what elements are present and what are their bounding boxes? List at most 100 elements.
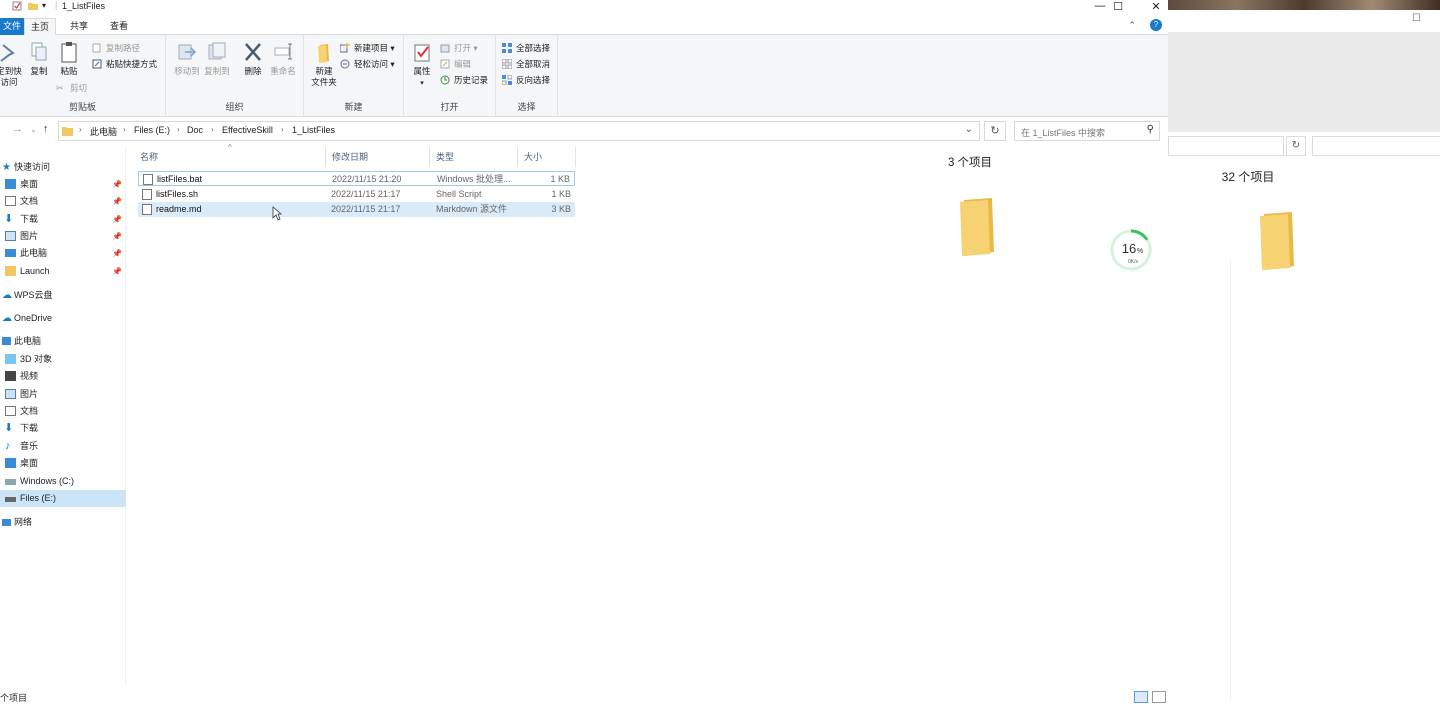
column-name[interactable]: 名称 [134, 147, 326, 167]
bg-search-box[interactable] [1312, 136, 1440, 156]
copy-label: 复制 [30, 66, 48, 76]
large-icons-view-icon[interactable] [1152, 691, 1166, 703]
easy-access-button[interactable]: 轻松访问 ▾ [340, 57, 395, 71]
help-icon[interactable]: ? [1150, 19, 1162, 31]
nav-3d-objects[interactable]: 3D 对象 [0, 351, 126, 368]
details-view-icon[interactable] [1134, 691, 1148, 703]
new-item-button[interactable]: 新建项目 ▾ [340, 41, 395, 55]
copy-to-button[interactable]: 复制到 [200, 41, 234, 77]
nav-music[interactable]: ♪ 音乐 [0, 438, 126, 455]
rename-icon [274, 43, 292, 60]
tab-home[interactable]: 主页 [24, 18, 57, 35]
column-type[interactable]: 类型 [430, 147, 518, 167]
nav-downloads[interactable]: ⬇ 下载 📌 [0, 211, 126, 228]
cut-button[interactable]: ✂ 剪切 [56, 81, 87, 95]
column-date[interactable]: 修改日期 [326, 147, 430, 167]
nav-files-e[interactable]: Files (E:) [0, 490, 126, 507]
pin-icon[interactable]: 📌 [112, 193, 122, 210]
copy-button[interactable]: 复制 [26, 41, 52, 77]
bg-refresh-icon[interactable]: ↻ [1286, 136, 1306, 156]
history-button[interactable]: 历史记录 [440, 73, 488, 87]
pin-quick-access-button[interactable]: 定到快 访问 [0, 41, 24, 88]
quick-access-dropdown-icon[interactable]: ▾ [42, 1, 46, 10]
breadcrumb-1-listfiles[interactable]: 1_ListFiles [292, 125, 335, 135]
column-size[interactable]: 大小 [518, 147, 576, 167]
edit-button[interactable]: 编辑 [440, 57, 471, 71]
nav-launch[interactable]: Launch 📌 [0, 263, 126, 280]
select-all-button[interactable]: 全部选择 [502, 41, 550, 55]
select-none-button[interactable]: 全部取消 [502, 57, 550, 71]
nav-label: 此电脑 [14, 336, 42, 346]
pin-icon[interactable]: 📌 [112, 211, 122, 228]
invert-selection-icon [502, 75, 512, 85]
new-group: 新建 文件夹 新建项目 ▾ 轻松访问 ▾ 新建 [304, 35, 404, 117]
maximize-button[interactable]: ☐ [1098, 0, 1138, 13]
nav-label: 网络 [14, 517, 33, 527]
nav-pc-documents[interactable]: 文档 [0, 403, 126, 420]
network-speed-gauge[interactable]: 16 % 0K/s [1108, 227, 1154, 273]
new-folder-quick-icon[interactable] [28, 1, 38, 11]
breadcrumb-files-e[interactable]: Files (E:) [134, 125, 170, 135]
bg-maximize-icon[interactable]: ☐ [1412, 13, 1421, 24]
delete-button[interactable]: 删除 [236, 41, 270, 77]
rename-button[interactable]: 重命名 [266, 41, 300, 77]
file-name: listFiles.sh [156, 189, 199, 199]
nav-wps-cloud[interactable]: ☁ WPS云盘 [0, 287, 126, 304]
new-folder-button[interactable]: 新建 文件夹 [306, 41, 342, 88]
nav-network[interactable]: 网络 [0, 514, 126, 531]
nav-this-pc[interactable]: 此电脑 [0, 333, 126, 350]
navigation-pane: ★ 快速访问 桌面 📌 文档 📌 ⬇ 下载 📌 图片 📌 此电脑 📌 Launch 📌 ☁ … [0, 146, 126, 686]
copy-path-button[interactable]: 复制路径 [92, 41, 140, 55]
nav-onedrive[interactable]: ☁ OneDrive [0, 310, 126, 327]
nav-pc-desktop[interactable]: 桌面 [0, 455, 126, 472]
refresh-icon[interactable]: ↻ [984, 121, 1006, 141]
search-input[interactable]: 在 1_ListFiles 中搜索 ⚲ [1014, 121, 1160, 141]
nav-pc-pictures[interactable]: 图片 [0, 386, 126, 403]
tab-file[interactable]: 文件 [0, 18, 25, 35]
recent-dropdown-icon[interactable]: ⌄ [30, 125, 37, 134]
file-row[interactable]: readme.md 2022/11/15 21:17 Markdown 源文件 … [138, 202, 575, 217]
invert-selection-button[interactable]: 反向选择 [502, 73, 550, 87]
nav-this-pc-pinned[interactable]: 此电脑 📌 [0, 245, 126, 262]
up-arrow-icon[interactable]: ↑ [43, 123, 49, 135]
nav-quick-access[interactable]: ★ 快速访问 [0, 159, 126, 176]
nav-pc-downloads[interactable]: ⬇ 下载 [0, 420, 126, 437]
copy-path-icon [92, 43, 101, 53]
search-placeholder: 在 1_ListFiles 中搜索 [1021, 128, 1106, 138]
tab-view[interactable]: 查看 [104, 18, 134, 35]
breadcrumb-effectiveskill[interactable]: EffectiveSkill [222, 125, 273, 135]
properties-icon [414, 44, 430, 62]
file-row[interactable]: listFiles.bat 2022/11/15 21:20 Windows 批… [138, 171, 575, 186]
nav-windows-c[interactable]: Windows (C:) [0, 473, 126, 490]
pin-icon[interactable]: 📌 [112, 263, 122, 280]
pin-icon[interactable]: 📌 [112, 245, 122, 262]
background-window-titlebar: ☐ [1168, 10, 1440, 32]
file-type: Markdown 源文件 [436, 204, 508, 214]
nav-desktop[interactable]: 桌面 📌 [0, 176, 126, 193]
collapse-ribbon-icon[interactable]: ⌃ [1128, 20, 1136, 31]
paste-button[interactable]: 粘贴 [54, 41, 84, 77]
address-bar[interactable]: › 此电脑 › Files (E:) › Doc › EffectiveSkil… [58, 121, 980, 141]
file-row[interactable]: listFiles.sh 2022/11/15 21:17 Shell Scri… [138, 187, 575, 202]
paste-shortcut-button[interactable]: 粘贴快捷方式 [92, 57, 157, 71]
nav-pictures[interactable]: 图片 📌 [0, 228, 126, 245]
open-button[interactable]: 打开 ▾ [440, 41, 478, 55]
breadcrumb-this-pc[interactable]: 此电脑 [90, 125, 117, 138]
move-to-button[interactable]: 移动到 [170, 41, 204, 77]
breadcrumb-doc[interactable]: Doc [187, 125, 203, 135]
select-group-label: 选择 [517, 102, 536, 112]
nav-label: Windows (C:) [20, 476, 75, 486]
properties-quick-icon[interactable] [12, 1, 22, 11]
pin-icon[interactable]: 📌 [112, 228, 122, 245]
properties-button[interactable]: 属性 ▾ [406, 41, 438, 89]
close-button[interactable]: ✕ [1136, 0, 1176, 13]
address-dropdown-icon[interactable]: ⌄ [965, 124, 973, 135]
back-arrow-icon[interactable]: → [12, 123, 23, 135]
nav-videos[interactable]: 视频 [0, 368, 126, 385]
pin-icon[interactable]: 📌 [112, 176, 122, 193]
nav-documents[interactable]: 文档 📌 [0, 193, 126, 210]
tab-share[interactable]: 共享 [64, 18, 94, 35]
bg-divider [1230, 260, 1231, 700]
desktop-icon [5, 179, 16, 189]
bg-address-box[interactable] [1168, 136, 1284, 156]
